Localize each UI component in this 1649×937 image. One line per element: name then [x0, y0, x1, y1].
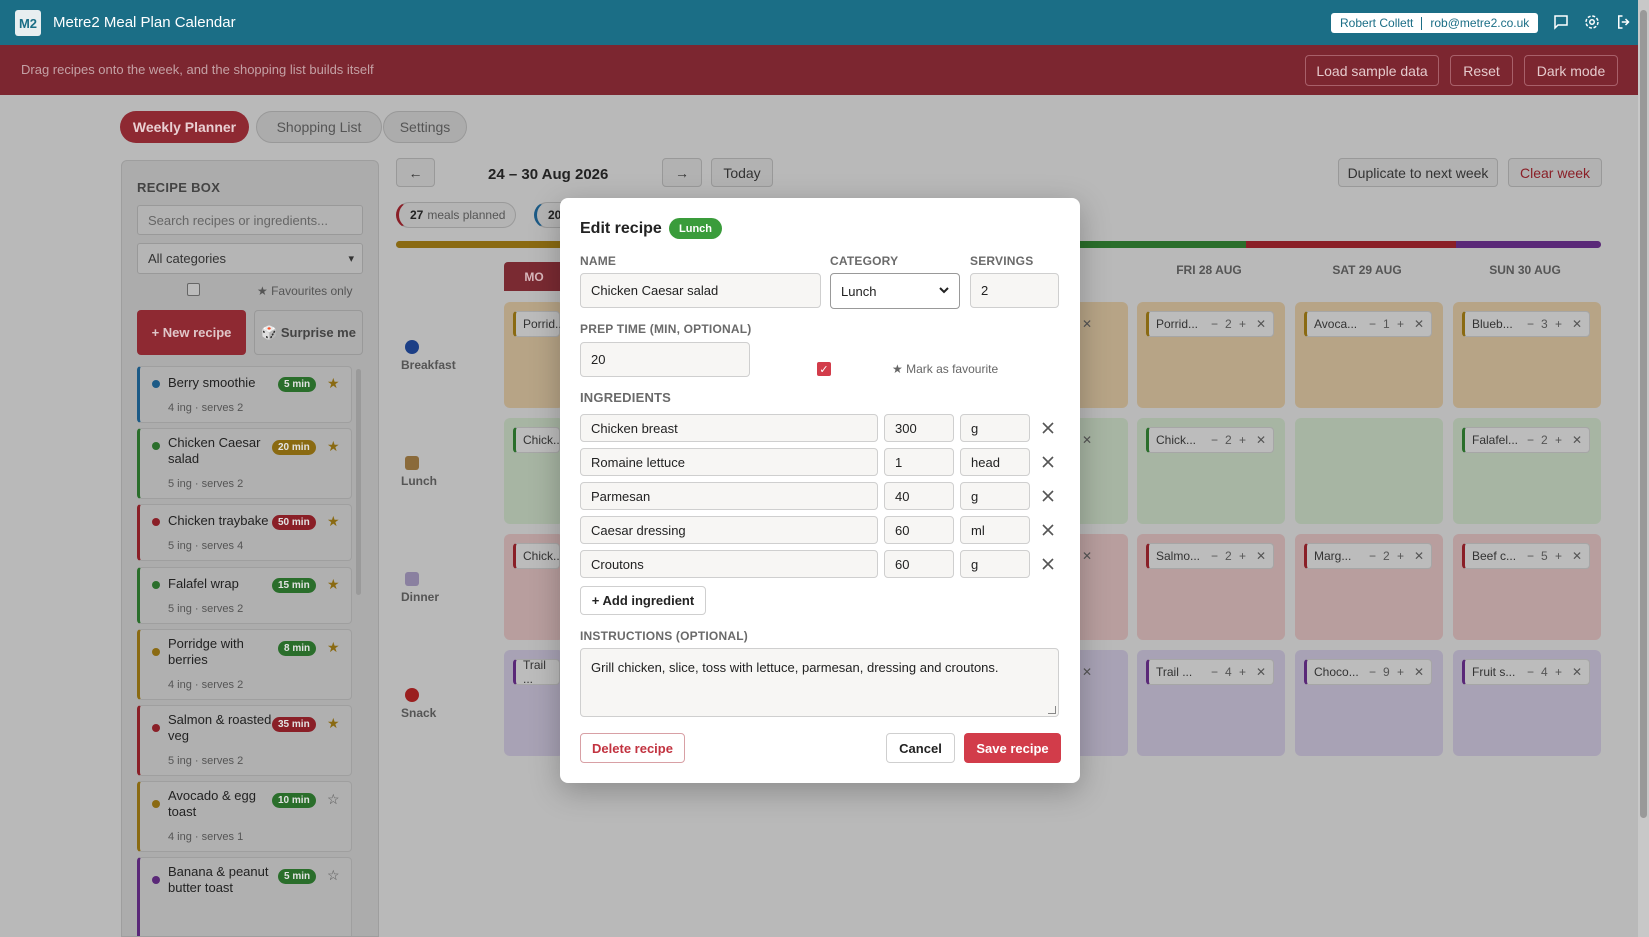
instructions-label: INSTRUCTIONS (OPTIONAL)	[580, 629, 748, 643]
category-select-value: Lunch	[841, 283, 877, 299]
remove-ingredient-icon[interactable]	[1041, 455, 1055, 469]
favourite-checkbox[interactable]: ✓	[817, 362, 831, 376]
ingredient-name-input[interactable]: Parmesan	[580, 482, 878, 510]
prep-time-input[interactable]: 20	[580, 342, 750, 377]
instructions-textarea[interactable]: Grill chicken, slice, toss with lettuce,…	[580, 648, 1059, 717]
save-recipe-button[interactable]: Save recipe	[964, 733, 1061, 763]
category-select[interactable]: Lunch	[830, 273, 960, 309]
page-scrollbar[interactable]	[1638, 0, 1649, 937]
remove-ingredient-icon[interactable]	[1041, 523, 1055, 537]
recipe-name-input[interactable]: Chicken Caesar salad	[580, 273, 821, 308]
ingredient-unit-input[interactable]: ml	[960, 516, 1030, 544]
ingredient-unit-input[interactable]: head	[960, 448, 1030, 476]
category-badge: Lunch	[669, 218, 722, 239]
ingredient-qty-input[interactable]: 1	[884, 448, 954, 476]
remove-ingredient-icon[interactable]	[1041, 421, 1055, 435]
ingredient-qty-input[interactable]: 300	[884, 414, 954, 442]
chevron-down-icon	[938, 284, 950, 299]
edit-recipe-dialog: Edit recipe Lunch NAME Chicken Caesar sa…	[560, 198, 1080, 783]
ingredient-qty-input[interactable]: 60	[884, 516, 954, 544]
delete-recipe-button[interactable]: Delete recipe	[580, 733, 685, 763]
instructions-text: Grill chicken, slice, toss with lettuce,…	[591, 660, 999, 675]
dialog-title: Edit recipe	[580, 220, 662, 237]
remove-ingredient-icon[interactable]	[1041, 489, 1055, 503]
ingredient-name-input[interactable]: Romaine lettuce	[580, 448, 878, 476]
ingredient-name-input[interactable]: Croutons	[580, 550, 878, 578]
add-ingredient-button[interactable]: + Add ingredient	[580, 586, 706, 615]
ingredient-name-input[interactable]: Caesar dressing	[580, 516, 878, 544]
ingredient-unit-input[interactable]: g	[960, 550, 1030, 578]
ingredient-unit-input[interactable]: g	[960, 482, 1030, 510]
resize-grip-icon[interactable]	[1048, 706, 1056, 714]
scrollbar-thumb[interactable]	[1640, 10, 1647, 818]
servings-label: SERVINGS	[970, 254, 1034, 268]
cancel-button[interactable]: Cancel	[886, 733, 955, 763]
remove-ingredient-icon[interactable]	[1041, 557, 1055, 571]
ingredient-qty-input[interactable]: 60	[884, 550, 954, 578]
favourite-label: ★ Mark as favourite	[892, 362, 999, 376]
prep-time-label: PREP TIME (MIN, OPTIONAL)	[580, 322, 752, 336]
ingredient-qty-input[interactable]: 40	[884, 482, 954, 510]
ingredients-label: INGREDIENTS	[580, 390, 672, 405]
category-label: CATEGORY	[830, 254, 899, 268]
ingredient-name-input[interactable]: Chicken breast	[580, 414, 878, 442]
servings-input[interactable]: 2	[970, 273, 1059, 308]
name-label: NAME	[580, 254, 617, 268]
ingredient-unit-input[interactable]: g	[960, 414, 1030, 442]
